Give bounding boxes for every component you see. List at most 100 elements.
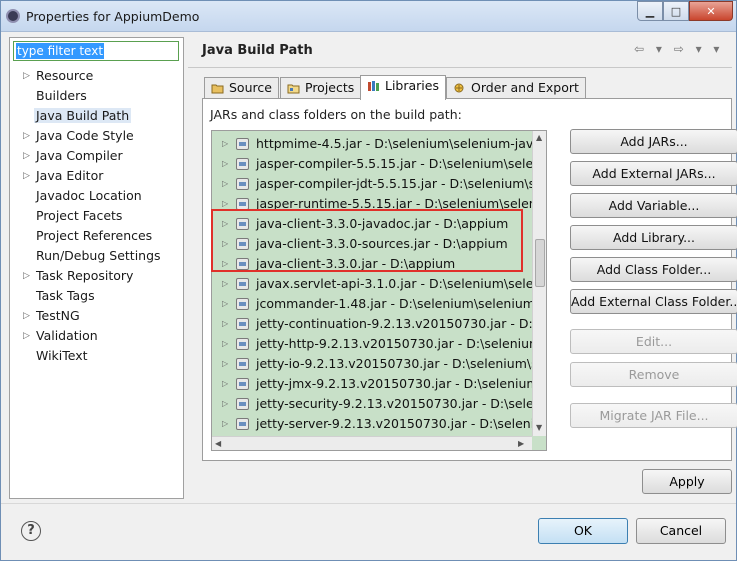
expand-arrow-icon[interactable]: ▷: [222, 334, 228, 354]
nav-item[interactable]: Run/Debug Settings: [10, 246, 183, 266]
jar-label: jetty-security-9.2.13.v20150730.jar - D:…: [256, 396, 547, 411]
jar-label: jetty-jmx-9.2.13.v20150730.jar - D:\sele…: [256, 376, 547, 391]
nav-item[interactable]: ▷ Task Repository: [10, 266, 183, 286]
highlight-box: [211, 209, 523, 272]
tab-order-export-label: Order and Export: [471, 80, 579, 95]
close-button[interactable]: ✕: [689, 1, 733, 21]
jar-label: httpmime-4.5.jar - D:\selenium\selenium-…: [256, 136, 547, 151]
nav-item[interactable]: ▷ Validation: [10, 326, 183, 346]
jar-row[interactable]: ▷ jetty-server-9.2.13.v20150730.jar - D:\…: [212, 414, 546, 434]
nav-item[interactable]: ▷ Java Code Style: [10, 126, 183, 146]
nav-item-label: Task Repository: [36, 268, 134, 283]
nav-item[interactable]: Javadoc Location: [10, 186, 183, 206]
tab-projects[interactable]: Projects: [280, 77, 362, 99]
jar-label: jetty-http-9.2.13.v20150730.jar - D:\sel…: [256, 336, 547, 351]
add-class-folder-button[interactable]: Add Class Folder...: [570, 257, 737, 282]
nav-item[interactable]: ▷ Java Compiler: [10, 146, 183, 166]
expand-arrow-icon[interactable]: ▷: [23, 306, 30, 326]
expand-arrow-icon[interactable]: ▷: [222, 374, 228, 394]
jar-row[interactable]: ▷ javax.servlet-api-3.1.0.jar - D:\seleni…: [212, 274, 545, 294]
expand-arrow-icon[interactable]: ▷: [23, 126, 30, 146]
expand-arrow-icon[interactable]: ▷: [222, 394, 228, 414]
maximize-button[interactable]: □: [663, 1, 689, 21]
jar-icon: [236, 378, 249, 390]
cancel-button[interactable]: Cancel: [636, 518, 726, 544]
nav-item[interactable]: Task Tags: [10, 286, 183, 306]
expand-arrow-icon[interactable]: ▷: [222, 274, 228, 294]
jar-list[interactable]: ▷ httpmime-4.5.jar - D:\selenium\selenium…: [211, 130, 547, 451]
expand-arrow-icon[interactable]: ▷: [23, 266, 30, 286]
expand-arrow-icon[interactable]: ▷: [23, 66, 30, 86]
vertical-scrollbar[interactable]: ▲ ▼: [532, 131, 546, 436]
migrate-jar-button[interactable]: Migrate JAR File...: [570, 403, 737, 428]
tab-libraries[interactable]: Libraries: [360, 75, 446, 100]
jar-row[interactable]: ▷ jasper-compiler-5.5.15.jar - D:\seleniu…: [212, 154, 545, 174]
expand-arrow-icon[interactable]: ▷: [222, 354, 228, 374]
ok-button[interactable]: OK: [538, 518, 628, 544]
edit-button[interactable]: Edit...: [570, 329, 737, 354]
eclipse-icon: [6, 9, 20, 23]
scroll-left-icon[interactable]: ◀: [215, 439, 221, 448]
tab-source[interactable]: Source: [204, 77, 279, 99]
nav-item[interactable]: ▷ Resource: [10, 66, 183, 86]
jar-icon: [236, 318, 249, 330]
jar-label: jcommander-1.48.jar - D:\selenium\seleni…: [256, 296, 547, 311]
apply-button[interactable]: Apply: [642, 469, 732, 494]
add-external-jars-button[interactable]: Add External JARs...: [570, 161, 737, 186]
nav-item-label: Resource: [36, 68, 94, 83]
expand-arrow-icon[interactable]: ▷: [222, 294, 228, 314]
expand-arrow-icon[interactable]: ▷: [222, 174, 228, 194]
scroll-right-icon[interactable]: ▶: [518, 439, 524, 448]
libraries-icon: [368, 81, 379, 91]
jar-icon: [236, 138, 249, 150]
filter-input[interactable]: type filter text: [13, 41, 179, 61]
expand-arrow-icon[interactable]: ▷: [23, 146, 30, 166]
tab-projects-label: Projects: [305, 80, 355, 95]
jar-label: jasper-compiler-jdt-5.5.15.jar - D:\sele…: [256, 176, 547, 191]
expand-arrow-icon[interactable]: ▷: [23, 326, 30, 346]
horizontal-scrollbar[interactable]: ◀ ▶: [212, 436, 532, 450]
jar-row[interactable]: ▷ jetty-io-9.2.13.v20150730.jar - D:\sele…: [212, 354, 546, 374]
remove-button[interactable]: Remove: [570, 362, 737, 387]
nav-item-label: Project References: [36, 228, 153, 243]
nav-item-label: Task Tags: [36, 288, 95, 303]
jar-row[interactable]: ▷ jcommander-1.48.jar - D:\selenium\selen…: [212, 294, 546, 314]
add-variable-button[interactable]: Add Variable...: [570, 193, 737, 218]
nav-item[interactable]: Java Build Path: [10, 106, 183, 126]
nav-item-label: Java Compiler: [36, 148, 123, 163]
add-library-button[interactable]: Add Library...: [570, 225, 737, 250]
tab-source-label: Source: [229, 80, 272, 95]
jar-row[interactable]: ▷ jetty-security-9.2.13.v20150730.jar - D…: [212, 394, 546, 414]
expand-arrow-icon[interactable]: ▷: [222, 154, 228, 174]
add-jars-button[interactable]: Add JARs...: [570, 129, 737, 154]
add-external-class-folder-button[interactable]: Add External Class Folder...: [570, 289, 737, 314]
expand-arrow-icon[interactable]: ▷: [222, 134, 228, 154]
nav-item[interactable]: Builders: [10, 86, 183, 106]
nav-item[interactable]: Project Facets: [10, 206, 183, 226]
nav-item[interactable]: WikiText: [10, 346, 183, 366]
expand-arrow-icon[interactable]: ▷: [222, 314, 228, 334]
jar-row[interactable]: ▷ jetty-continuation-9.2.13.v20150730.jar…: [212, 314, 546, 334]
scroll-down-icon[interactable]: ▼: [536, 423, 542, 432]
nav-item-label: Javadoc Location: [36, 188, 142, 203]
scroll-up-icon[interactable]: ▲: [536, 133, 542, 142]
nav-item-label: Validation: [36, 328, 98, 343]
expand-arrow-icon[interactable]: ▷: [23, 166, 30, 186]
page-nav-icons[interactable]: ⇦ ▾ ⇨ ▾ ▾: [634, 42, 723, 56]
jars-label: JARs and class folders on the build path…: [210, 107, 462, 122]
jar-row[interactable]: ▷ jetty-jmx-9.2.13.v20150730.jar - D:\sel…: [212, 374, 546, 394]
jar-row[interactable]: ▷ httpmime-4.5.jar - D:\selenium\selenium…: [212, 134, 546, 154]
nav-item[interactable]: ▷ Java Editor: [10, 166, 183, 186]
nav-item[interactable]: ▷ TestNG: [10, 306, 183, 326]
expand-arrow-icon[interactable]: ▷: [222, 414, 228, 434]
left-nav-pane: type filter text ▷ Resource Builders Java B…: [9, 37, 184, 499]
tab-order-export[interactable]: Order and Export: [446, 77, 586, 99]
minimize-button[interactable]: ▁: [637, 1, 663, 21]
vertical-scroll-thumb[interactable]: [535, 239, 545, 287]
nav-item[interactable]: Project References: [10, 226, 183, 246]
jar-row[interactable]: ▷ jasper-compiler-jdt-5.5.15.jar - D:\sel…: [212, 174, 546, 194]
help-icon[interactable]: ?: [21, 521, 41, 541]
jar-icon: [236, 358, 249, 370]
libraries-panel: JARs and class folders on the build path…: [202, 98, 737, 461]
jar-row[interactable]: ▷ jetty-http-9.2.13.v20150730.jar - D:\se…: [212, 334, 546, 354]
